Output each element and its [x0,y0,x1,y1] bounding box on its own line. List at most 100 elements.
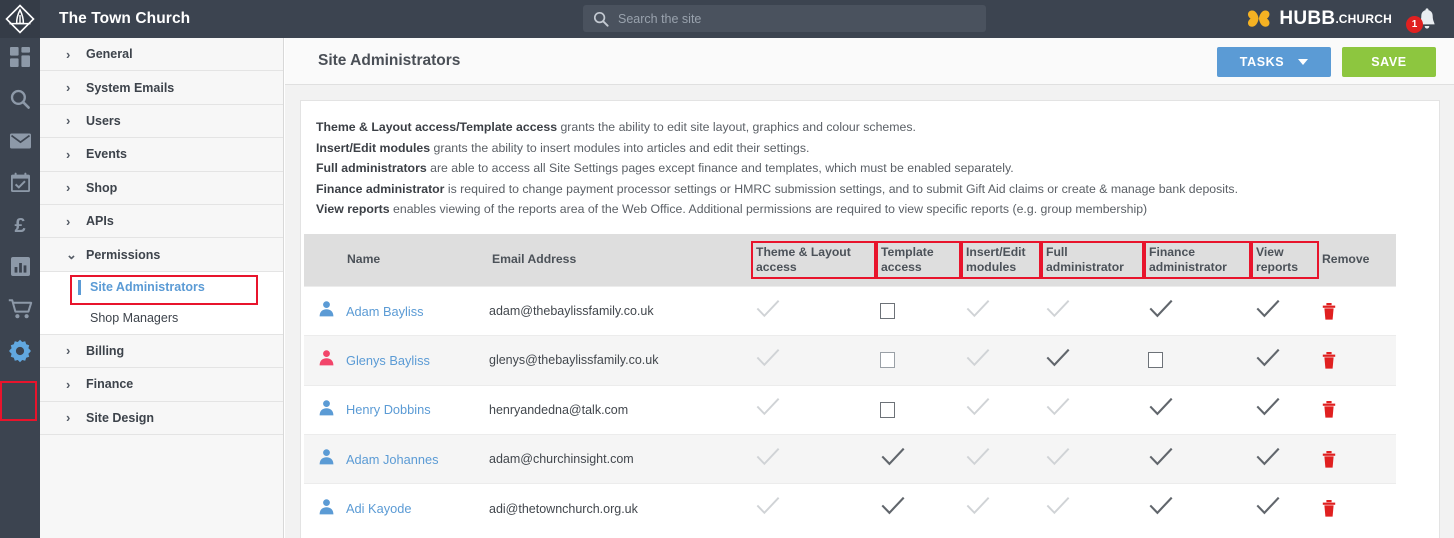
cell-remove[interactable] [1319,335,1396,386]
sidebar-item-users[interactable]: › Users [40,104,283,139]
cell-insert-edit-modules[interactable] [961,335,1041,386]
cell-finance-administrator[interactable] [1144,384,1251,435]
permission-check-icon[interactable] [1148,298,1174,325]
rail-item-dashboard[interactable] [0,38,40,80]
cell-finance-administrator[interactable] [1144,483,1251,533]
cell-theme-layout-access[interactable] [751,433,876,484]
permission-check-icon[interactable] [1045,446,1071,473]
permission-check-icon[interactable] [1255,446,1281,473]
cell-insert-edit-modules[interactable] [961,384,1041,435]
cell-view-reports[interactable] [1251,335,1319,386]
admin-name-link[interactable]: Adam Johannes [346,452,438,467]
cell-theme-layout-access[interactable] [751,335,876,386]
permission-check-icon[interactable] [755,495,781,522]
cell-remove[interactable] [1319,483,1396,533]
cell-template-access[interactable] [876,433,961,484]
cell-insert-edit-modules[interactable] [961,433,1041,484]
permission-check-icon[interactable] [1255,298,1281,325]
permission-checkbox[interactable] [880,303,895,320]
permission-check-icon[interactable] [965,495,991,522]
permission-check-icon[interactable] [965,298,991,325]
trash-icon[interactable] [1319,351,1396,369]
sidebar-item-system-emails[interactable]: › System Emails [40,71,283,105]
rail-item-search[interactable] [0,80,40,122]
cell-full-administrator[interactable] [1041,335,1144,386]
permission-check-icon[interactable] [1255,347,1281,374]
rail-item-shop[interactable] [0,290,40,332]
permission-check-icon[interactable] [1045,495,1071,522]
cell-template-access[interactable] [876,335,961,386]
admin-name-link[interactable]: Adam Bayliss [346,304,424,319]
brand-logo[interactable]: HUBB . CHURCH [1246,0,1392,38]
sidebar-item-permissions[interactable]: ⌄ Permissions [40,238,283,272]
sidebar-item-apis[interactable]: › APIs [40,204,283,239]
rail-item-calendar[interactable] [0,164,40,206]
admin-name-link[interactable]: Adi Kayode [346,501,411,516]
cell-theme-layout-access[interactable] [751,285,876,336]
cell-view-reports[interactable] [1251,483,1319,533]
rail-item-finance[interactable]: £ [0,206,40,248]
rail-item-reports[interactable] [0,248,40,290]
cell-full-administrator[interactable] [1041,384,1144,435]
search-input[interactable] [618,7,948,30]
sidebar-item-site-design[interactable]: › Site Design [40,401,283,435]
sidebar-item-shop[interactable]: › Shop [40,171,283,205]
admin-name-link[interactable]: Henry Dobbins [346,402,431,417]
permission-check-icon[interactable] [880,446,906,473]
trash-icon[interactable] [1319,500,1396,517]
rail-item-mail[interactable] [0,122,40,164]
cell-template-access[interactable] [876,483,961,533]
sidebar-item-site-administrators[interactable]: Site Administrators [40,272,283,303]
cell-template-access[interactable] [876,285,961,336]
cell-finance-administrator[interactable] [1144,433,1251,484]
trash-icon[interactable] [1319,401,1396,418]
cell-insert-edit-modules[interactable] [961,483,1041,533]
sidebar-item-billing[interactable]: › Billing [40,334,283,369]
permission-check-icon[interactable] [755,446,781,473]
permission-check-icon[interactable] [755,298,781,325]
admin-name-link[interactable]: Glenys Bayliss [346,353,430,368]
cell-template-access[interactable] [876,384,961,435]
cell-view-reports[interactable] [1251,433,1319,484]
permission-check-icon[interactable] [1045,298,1071,325]
site-search[interactable] [583,5,986,32]
cell-view-reports[interactable] [1251,384,1319,435]
permission-check-icon[interactable] [965,396,991,423]
permission-check-icon[interactable] [1255,396,1281,423]
rail-item-settings[interactable] [0,332,40,374]
sidebar-item-events[interactable]: › Events [40,138,283,172]
permission-check-icon[interactable] [755,347,781,374]
cell-remove[interactable] [1319,285,1396,336]
permission-check-icon[interactable] [965,446,991,473]
cell-full-administrator[interactable] [1041,433,1144,484]
permission-checkbox[interactable] [880,352,895,369]
permission-check-icon[interactable] [1148,446,1174,473]
save-button[interactable]: SAVE [1342,47,1436,77]
cell-finance-administrator[interactable] [1144,285,1251,336]
cell-full-administrator[interactable] [1041,285,1144,336]
permission-check-icon[interactable] [965,347,991,374]
permission-check-icon[interactable] [1045,396,1071,423]
church-logo-icon[interactable] [0,0,40,38]
permission-check-icon[interactable] [1255,495,1281,522]
cell-full-administrator[interactable] [1041,483,1144,533]
sidebar-item-general[interactable]: › General [40,38,283,72]
permission-checkbox[interactable] [1148,352,1163,369]
tasks-button[interactable]: TASKS [1217,47,1331,77]
cell-theme-layout-access[interactable] [751,483,876,533]
trash-icon[interactable] [1319,302,1396,320]
cell-remove[interactable] [1319,433,1396,484]
cell-view-reports[interactable] [1251,285,1319,336]
permission-check-icon[interactable] [755,396,781,423]
permission-checkbox[interactable] [880,401,895,418]
cell-insert-edit-modules[interactable] [961,285,1041,336]
permission-check-icon[interactable] [1148,495,1174,522]
cell-finance-administrator[interactable] [1144,335,1251,386]
sidebar-item-shop-managers[interactable]: Shop Managers [40,303,283,334]
sidebar-item-finance[interactable]: › Finance [40,368,283,402]
notifications-button[interactable]: 1 [1406,7,1440,35]
permission-check-icon[interactable] [1148,396,1174,423]
cell-theme-layout-access[interactable] [751,384,876,435]
trash-icon[interactable] [1319,450,1396,468]
permission-check-icon[interactable] [880,495,906,522]
